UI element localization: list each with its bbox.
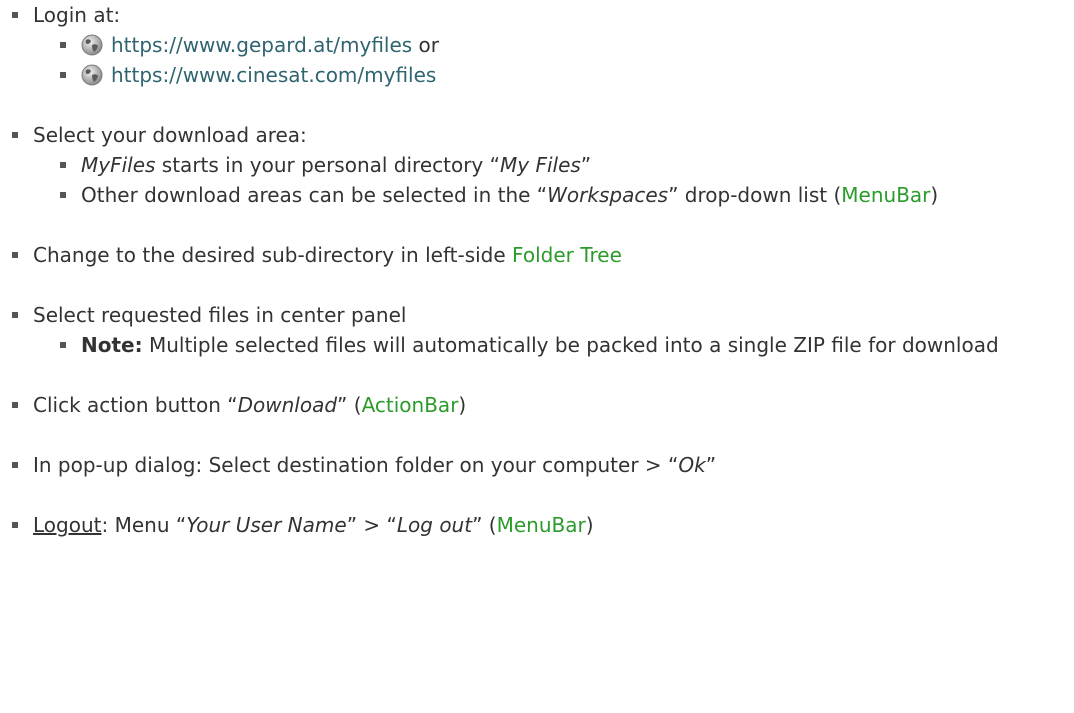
bullet-icon bbox=[12, 402, 18, 408]
step-popup-dialog: In pop-up dialog: Select destination fol… bbox=[0, 450, 1074, 480]
folder-tree-link[interactable]: Folder Tree bbox=[512, 243, 622, 267]
login-links-list: https://www.gepard.at/myfiles or https:/… bbox=[33, 30, 1074, 90]
bullet-icon bbox=[60, 72, 66, 78]
step-select-area-text: Select your download area: bbox=[33, 123, 307, 147]
bullet-icon bbox=[12, 252, 18, 258]
gepard-myfiles-link[interactable]: https://www.gepard.at/myfiles bbox=[111, 33, 412, 57]
bullet-icon bbox=[60, 342, 66, 348]
cinesat-myfiles-link[interactable]: https://www.cinesat.com/myfiles bbox=[111, 63, 436, 87]
bullet-icon bbox=[60, 42, 66, 48]
step-click-download: Click action button “Download” (ActionBa… bbox=[0, 390, 1074, 420]
bullet-icon bbox=[12, 462, 18, 468]
globe-icon bbox=[81, 64, 103, 86]
link-suffix: or bbox=[412, 33, 440, 57]
menubar-link[interactable]: MenuBar bbox=[497, 513, 586, 537]
step-change-directory: Change to the desired sub-directory in l… bbox=[0, 240, 1074, 270]
step-login: Login at: https://www.gepard.at/myfiles … bbox=[0, 0, 1074, 90]
myfiles-info-item: MyFiles starts in your personal director… bbox=[48, 150, 1074, 180]
logout-label: Logout bbox=[33, 513, 102, 537]
login-link-item: https://www.cinesat.com/myfiles bbox=[48, 60, 1074, 90]
instructions-content: Login at: https://www.gepard.at/myfiles … bbox=[0, 0, 1074, 540]
bullet-icon bbox=[12, 12, 18, 18]
step-select-files: Select requested files in center panel N… bbox=[0, 300, 1074, 360]
step-logout: Logout: Menu “Your User Name” > “Log out… bbox=[0, 510, 1074, 540]
step-select-area: Select your download area: MyFiles start… bbox=[0, 120, 1074, 210]
zip-note-item: Note: Multiple selected files will autom… bbox=[48, 330, 1074, 360]
globe-icon bbox=[81, 34, 103, 56]
workspaces-info-item: Other download areas can be selected in … bbox=[48, 180, 1074, 210]
note-label: Note: bbox=[81, 333, 143, 357]
bullet-icon bbox=[60, 192, 66, 198]
select-files-sublist: Note: Multiple selected files will autom… bbox=[33, 330, 1074, 360]
login-link-item: https://www.gepard.at/myfiles or bbox=[48, 30, 1074, 60]
menubar-link[interactable]: MenuBar bbox=[841, 183, 930, 207]
bullet-icon bbox=[60, 162, 66, 168]
bullet-icon bbox=[12, 132, 18, 138]
steps-list: Login at: https://www.gepard.at/myfiles … bbox=[0, 0, 1074, 540]
actionbar-link[interactable]: ActionBar bbox=[362, 393, 459, 417]
bullet-icon bbox=[12, 522, 18, 528]
bullet-icon bbox=[12, 312, 18, 318]
select-area-sublist: MyFiles starts in your personal director… bbox=[33, 150, 1074, 210]
step-login-text: Login at: bbox=[33, 3, 121, 27]
